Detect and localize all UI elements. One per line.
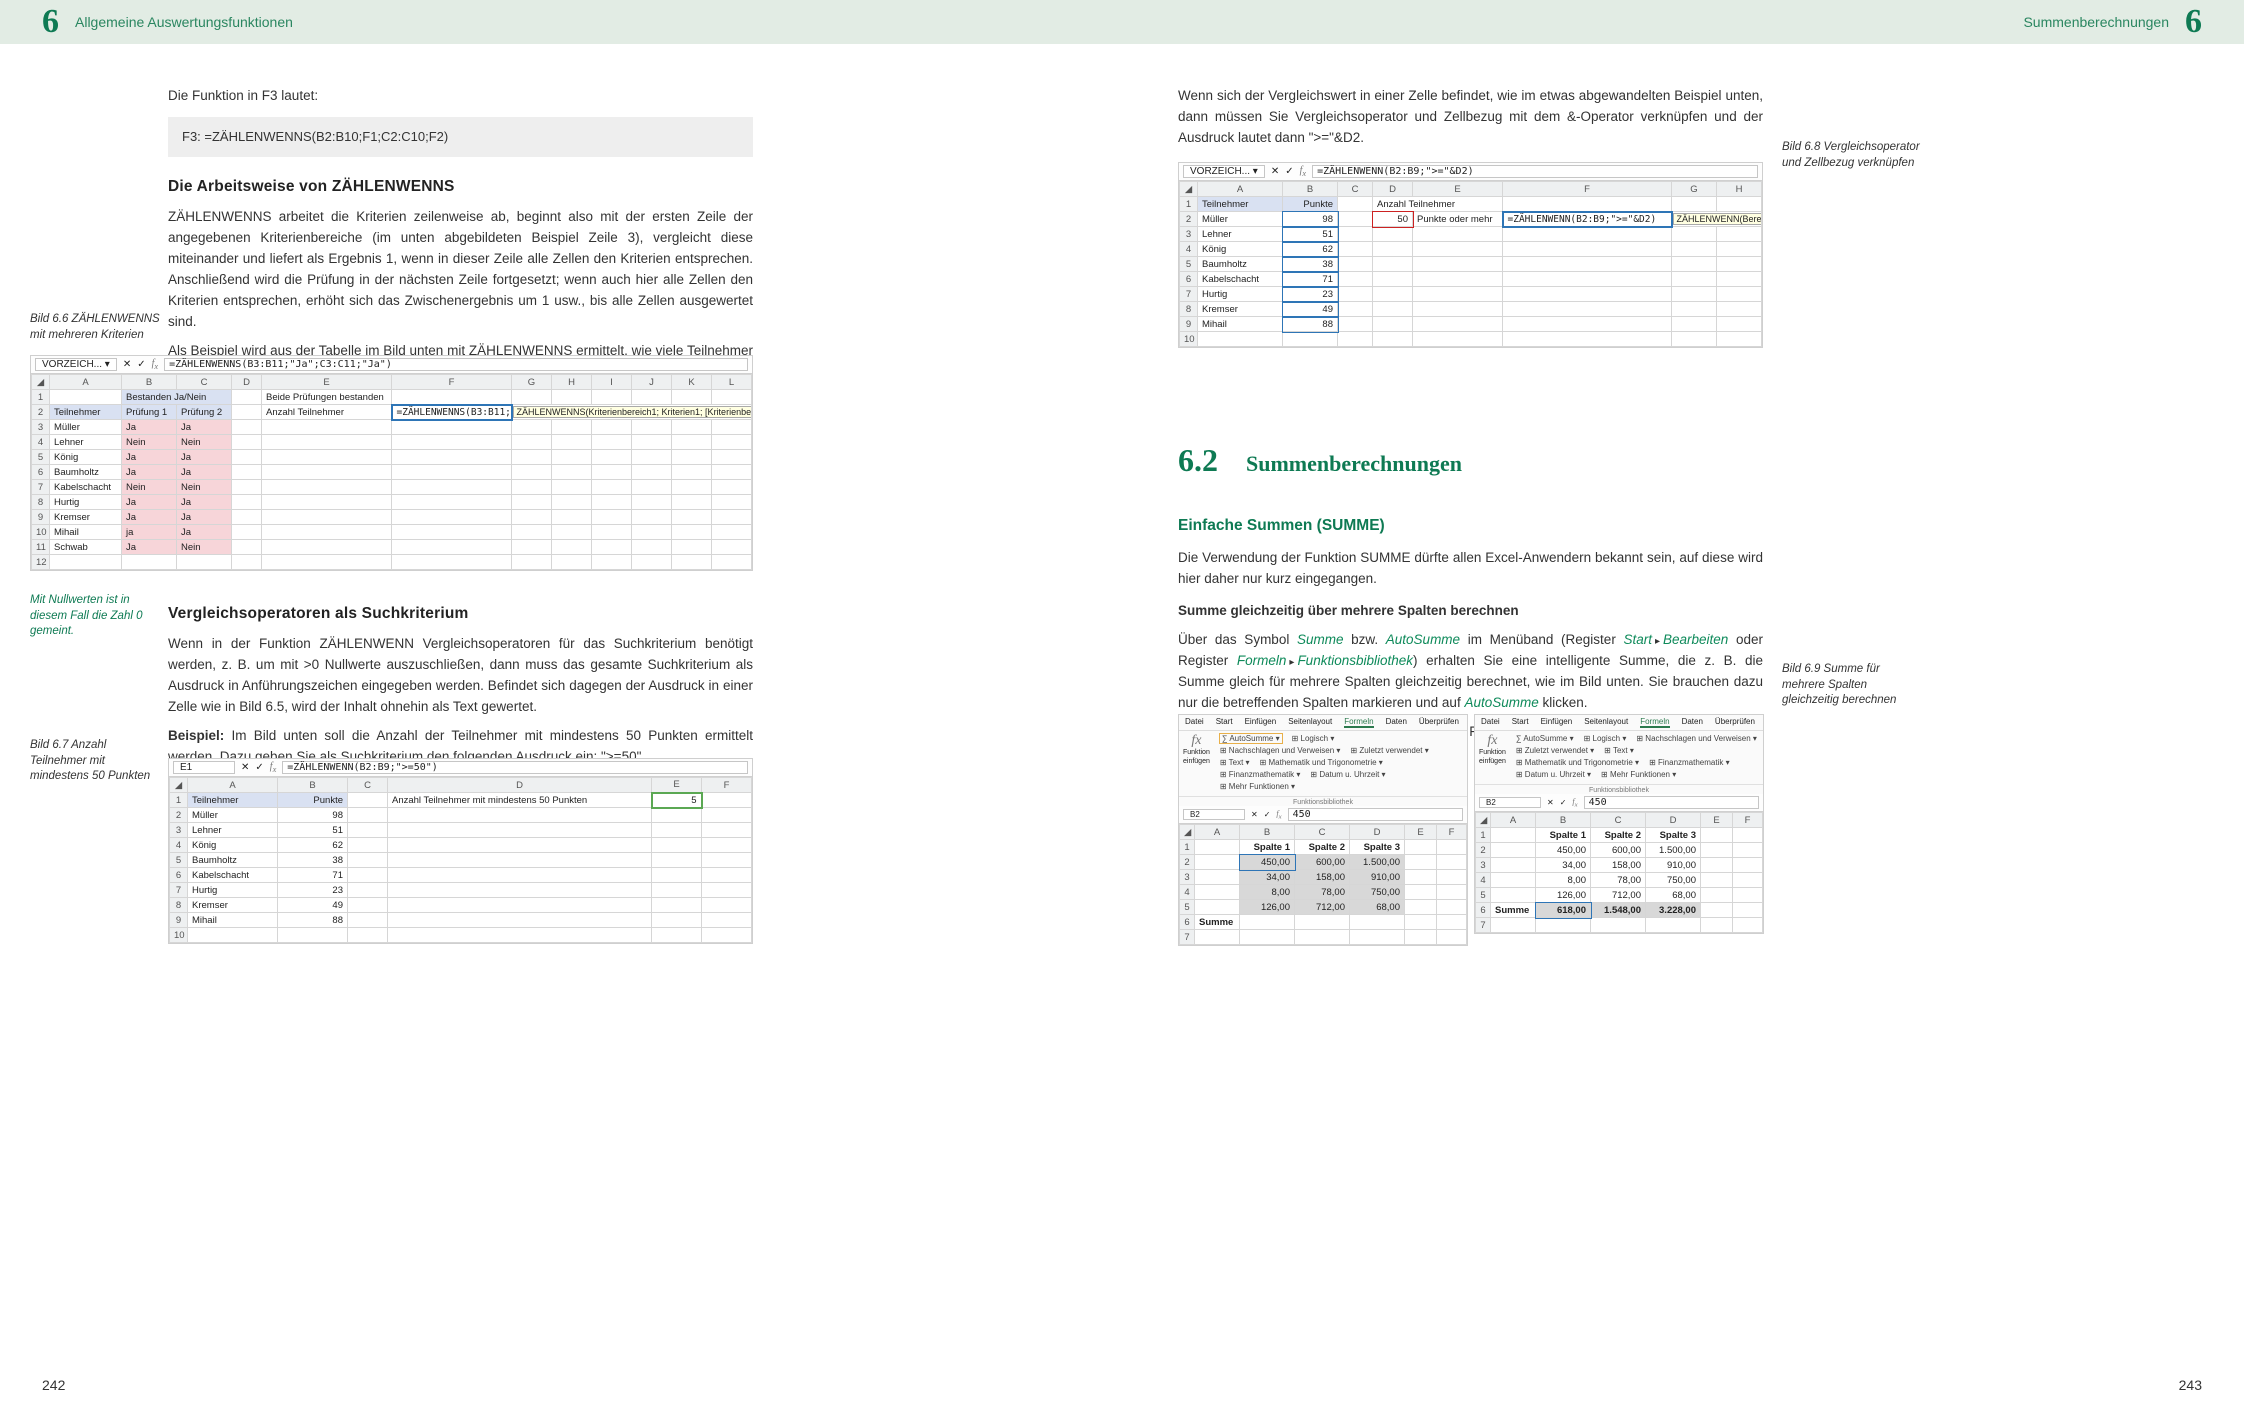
- caption-6-8: Bild 6.8 Vergleichsoperator und Zellbezu…: [1782, 140, 1922, 171]
- para-summe-intro: Die Verwendung der Funktion SUMME dürfte…: [1178, 548, 1763, 590]
- figure-6-7: E1 ✕ ✓ fx =ZÄHLENWENN(B2:B9;">=50") ◢ABC…: [168, 758, 753, 944]
- grid-6-7: ◢ABCDEF 1TeilnehmerPunkteAnzahl Teilnehm…: [169, 777, 752, 943]
- para-vergleich: Wenn in der Funktion ZÄHLENWENN Vergleic…: [168, 634, 753, 718]
- section-6-2: 6.2 Summenberechnungen: [1178, 436, 1763, 486]
- namebox: VORZEICH... ▾: [1183, 165, 1265, 178]
- formula-box: F3: =ZÄHLENWENNS(B2:B10;F1;C2:C10;F2): [168, 117, 753, 157]
- section-title: Summenberechnungen: [2023, 14, 2169, 30]
- heading-vergleich: Vergleichsoperatoren als Suchkriterium: [168, 602, 753, 626]
- heading-mehrere-spalten: Summe gleichzeitig über mehrere Spalten …: [1178, 601, 1763, 622]
- page-number-right: 243: [2179, 1377, 2202, 1393]
- namebox: VORZEICH... ▾: [35, 358, 117, 371]
- caption-6-9: Bild 6.9 Summe für mehrere Spalten gleic…: [1782, 662, 1922, 709]
- header-right: Summenberechnungen 6: [1122, 0, 2244, 44]
- intro-line: Die Funktion in F3 lautet:: [168, 86, 753, 107]
- formula-bar: =ZÄHLENWENNS(B3:B11;"Ja";C3:C11;"Ja"): [164, 358, 748, 371]
- fx-icon: fx: [1300, 165, 1306, 178]
- fx-icon: fx: [152, 358, 158, 371]
- confirm-icon: ✓: [255, 762, 263, 773]
- cancel-icon: ✕: [1271, 166, 1279, 177]
- header-left: 6 Allgemeine Auswertungsfunktionen: [0, 0, 1122, 44]
- chapter-number: 6: [42, 3, 59, 41]
- fx-icon: fx: [270, 761, 276, 774]
- confirm-icon: ✓: [137, 359, 145, 370]
- ribbon-left: DateiStartEinfügenSeitenlayoutFormelnDat…: [1178, 714, 1468, 946]
- cancel-icon: ✕: [123, 359, 131, 370]
- confirm-icon: ✓: [1285, 166, 1293, 177]
- caption-6-7: Bild 6.7 Anzahl Teilnehmer mit mindesten…: [30, 738, 160, 785]
- namebox: E1: [173, 761, 235, 774]
- figure-6-8: VORZEICH... ▾ ✕ ✓ fx =ZÄHLENWENN(B2:B9;"…: [1178, 162, 1763, 348]
- formula-bar: =ZÄHLENWENN(B2:B9;">=50"): [282, 761, 748, 774]
- chapter-title: Allgemeine Auswertungsfunktionen: [75, 14, 293, 30]
- para-arbeitsweise: ZÄHLENWENNS arbeitet die Kriterien zeile…: [168, 207, 753, 333]
- formula-bar: =ZÄHLENWENN(B2:B9;">="&D2): [1312, 165, 1758, 178]
- para-vergleich-zelle: Wenn sich der Vergleichswert in einer Ze…: [1178, 86, 1763, 149]
- grid-6-8: ◢ABCDEFGH 1TeilnehmerPunkteAnzahl Teilne…: [1179, 181, 1762, 347]
- cancel-icon: ✕: [241, 762, 249, 773]
- para-autosumme: Über das Symbol Summe bzw. AutoSumme im …: [1178, 630, 1763, 714]
- heading-arbeitsweise: Die Arbeitsweise von ZÄHLENWENNS: [168, 175, 753, 199]
- chapter-number: 6: [2185, 3, 2202, 41]
- ribbon-right: DateiStartEinfügenSeitenlayoutFormelnDat…: [1474, 714, 1764, 934]
- caption-6-6: Bild 6.6 ZÄHLENWENNS mit mehreren Kriter…: [30, 312, 160, 343]
- grid-6-6: ◢ABCDEFGHIJKL 1Bestanden Ja/NeinBeide Pr…: [31, 374, 752, 570]
- page-number-left: 242: [42, 1377, 65, 1393]
- margin-note-null: Mit Nullwerten ist in diesem Fall die Za…: [30, 593, 160, 640]
- heading-einfache-summen: Einfache Summen (SUMME): [1178, 514, 1763, 538]
- figure-6-6: VORZEICH... ▾ ✕ ✓ fx =ZÄHLENWENNS(B3:B11…: [30, 355, 753, 571]
